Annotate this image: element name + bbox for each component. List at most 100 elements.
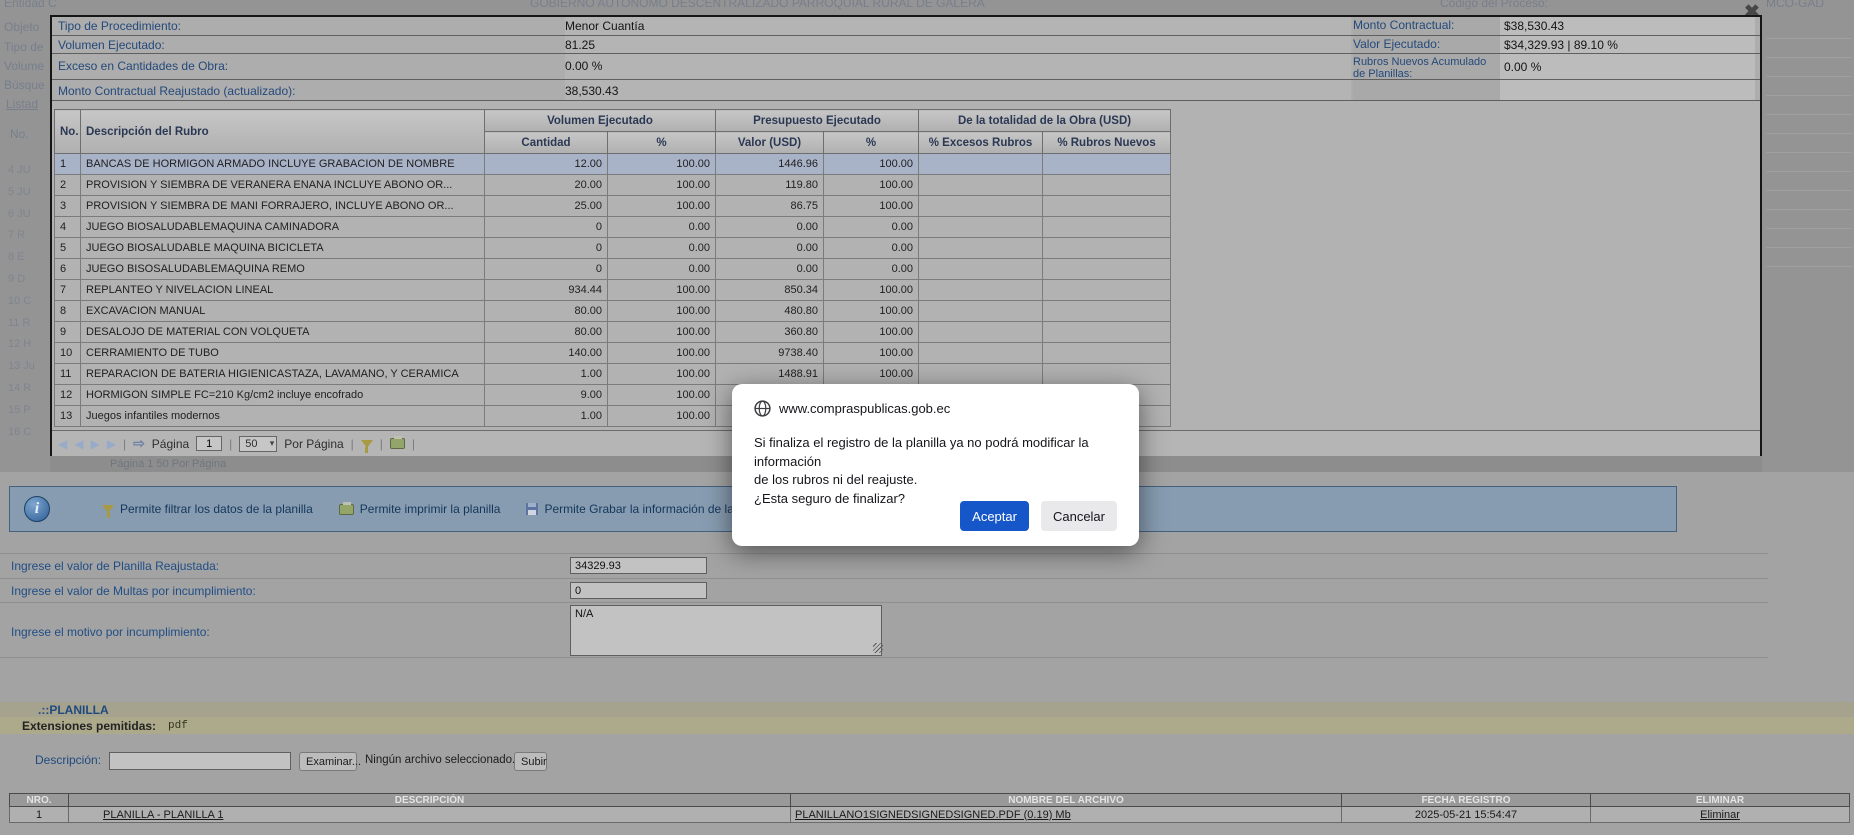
ghost-row-number: 15 P <box>8 404 52 416</box>
goto-page-icon: ⇨ <box>133 435 145 452</box>
separator: | <box>123 437 126 451</box>
file-descripcion-link[interactable]: PLANILLA - PLANILLA 1 <box>103 809 223 821</box>
cell <box>1043 238 1171 259</box>
cell <box>1043 217 1171 238</box>
last-page-button[interactable]: ▶ <box>107 437 116 451</box>
browse-file-button[interactable]: Examinar... <box>299 752 357 771</box>
cell: 0 <box>485 238 608 259</box>
cell: JUEGO BIOSALUDABLEMAQUINA CAMINADORA <box>81 217 485 238</box>
motivo-textarea[interactable]: N/A <box>570 605 882 656</box>
table-row[interactable]: 4JUEGO BIOSALUDABLEMAQUINA CAMINADORA00.… <box>55 217 1171 238</box>
page-number-input[interactable] <box>196 436 222 451</box>
filter-icon[interactable] <box>361 440 373 448</box>
confirm-dialog: www.compraspublicas.gob.ec Si finaliza e… <box>732 384 1139 546</box>
table-row[interactable]: 1BANCAS DE HORMIGON ARMADO INCLUYE GRABA… <box>55 154 1171 175</box>
cell: 0.00 <box>824 238 919 259</box>
cell: DESALOJO DE MATERIAL CON VOLQUETA <box>81 322 485 343</box>
cell: CERRAMIENTO DE TUBO <box>81 343 485 364</box>
dialog-origin: www.compraspublicas.gob.ec <box>779 401 950 416</box>
ghost-link: Listad <box>6 97 38 111</box>
motivo-label: Ingrese el motivo por incumplimiento: <box>11 625 210 639</box>
cell: 5 <box>55 238 81 259</box>
table-row[interactable]: 2PROVISION Y SIEMBRA DE VERANERA ENANA I… <box>55 175 1171 196</box>
help-filter-label: Permite filtrar los datos de la planilla <box>120 502 313 516</box>
file-nombre-link[interactable]: PLANILLANO1SIGNEDSIGNEDSIGNED.PDF (0.19)… <box>795 809 1071 821</box>
summary-label: Tipo de Procedimiento: <box>58 19 181 33</box>
table-row[interactable]: 5JUEGO BIOSALUDABLE MAQUINA BICICLETA0 0.… <box>55 238 1171 259</box>
cell: 6 <box>55 259 81 280</box>
cell: 100.00 <box>608 175 716 196</box>
cell <box>1043 301 1171 322</box>
table-row[interactable]: 3PROVISION Y SIEMBRA DE MANI FORRAJERO, … <box>55 196 1171 217</box>
cell <box>919 238 1043 259</box>
separator: | <box>380 437 383 451</box>
table-row[interactable]: 9DESALOJO DE MATERIAL CON VOLQUETA80.001… <box>55 322 1171 343</box>
table-row[interactable]: 10CERRAMIENTO DE TUBO140.00100.009738.40… <box>55 343 1171 364</box>
ghost-row-number: 16 C <box>8 426 52 438</box>
cell: 1446.96 <box>716 154 824 175</box>
table-row[interactable]: 11REPARACION DE BATERIA HIGIENICASTAZA, … <box>55 364 1171 385</box>
cell: 100.00 <box>608 385 716 406</box>
summary-value: 81.25 <box>565 38 595 52</box>
cell: 9 <box>55 322 81 343</box>
cell: 119.80 <box>716 175 824 196</box>
files-col-fecha-registro: FECHA REGISTRO <box>1342 794 1591 807</box>
table-row[interactable]: 7REPLANTEO Y NIVELACION LINEAL934.44100.… <box>55 280 1171 301</box>
first-page-button[interactable]: ◀ <box>58 437 67 451</box>
ghost-label: Volume <box>4 59 44 73</box>
table-row[interactable]: 8EXCAVACION MANUAL80.00100.00480.80100.0… <box>55 301 1171 322</box>
summary-label: Exceso en Cantidades de Obra: <box>58 59 228 73</box>
ghost-row-number: 13 Ju <box>8 360 52 372</box>
descripcion-label: Descripción: <box>35 753 101 767</box>
per-page-select[interactable]: 50 ▾ <box>239 436 277 452</box>
next-page-button[interactable]: ▶ <box>90 437 99 451</box>
cell: 100.00 <box>824 301 919 322</box>
files-col-nro: NRO. <box>10 794 69 807</box>
accept-button[interactable]: Aceptar <box>960 501 1029 531</box>
cell: REPARACION DE BATERIA HIGIENICASTAZA, LA… <box>81 364 485 385</box>
planilla-reajustada-input[interactable] <box>570 557 707 574</box>
separator: | <box>351 437 354 451</box>
file-eliminar-link[interactable]: Eliminar <box>1700 809 1740 821</box>
cell <box>1043 343 1171 364</box>
multas-input[interactable] <box>570 582 707 599</box>
cancel-button[interactable]: Cancelar <box>1041 501 1117 531</box>
ghost-entity-banner: GOBIERNO AUTONOMO DESCENTRALIZADO PARROQ… <box>530 0 985 10</box>
summary-section: Tipo de Procedimiento: Menor Cuantía Mon… <box>52 17 1760 101</box>
filter-icon <box>102 505 114 513</box>
files-col-descripcion: DESCRIPCIÓN <box>69 794 791 807</box>
planilla-reajustada-label: Ingrese el valor de Planilla Reajustada: <box>11 559 219 573</box>
table-row[interactable]: 6JUEGO BISOSALUDABLEMAQUINA REMO00.000.0… <box>55 259 1171 280</box>
col-header-descripcion: Descripción del Rubro <box>81 110 485 154</box>
save-icon <box>526 503 538 515</box>
summary-value: 0.00 % <box>565 59 602 73</box>
ghost-row-number: 14 R <box>8 382 52 394</box>
cell <box>919 154 1043 175</box>
upload-button[interactable]: Subir <box>514 752 547 771</box>
help-print-label: Permite imprimir la planilla <box>360 502 501 516</box>
files-col-nombre-archivo: NOMBRE DEL ARCHIVO <box>791 794 1342 807</box>
cell: 0 <box>485 259 608 280</box>
files-table: NRO. DESCRIPCIÓN NOMBRE DEL ARCHIVO FECH… <box>9 793 1850 823</box>
dialog-message: Si finaliza el registro de la planilla y… <box>754 434 1139 508</box>
cell: 100.00 <box>608 301 716 322</box>
cell: JUEGO BIOSALUDABLE MAQUINA BICICLETA <box>81 238 485 259</box>
summary-value: 38,530.43 <box>565 84 618 98</box>
descripcion-input[interactable] <box>109 752 291 770</box>
prev-page-button[interactable]: ◀ <box>74 437 83 451</box>
cell: 10 <box>55 343 81 364</box>
print-icon[interactable] <box>390 438 405 449</box>
separator: | <box>412 437 415 451</box>
per-page-value: 50 <box>245 438 257 450</box>
cell <box>919 364 1043 385</box>
cell: PROVISION Y SIEMBRA DE VERANERA ENANA IN… <box>81 175 485 196</box>
cell: 20.00 <box>485 175 608 196</box>
cell: 7 <box>55 280 81 301</box>
cell: 0.00 <box>824 217 919 238</box>
ghost-row-number: 4 JU <box>8 164 52 176</box>
ghost-row-number: 6 JU <box>8 208 52 220</box>
cell: 100.00 <box>608 343 716 364</box>
cell: 100.00 <box>824 154 919 175</box>
cell <box>919 196 1043 217</box>
cell: 4 <box>55 217 81 238</box>
